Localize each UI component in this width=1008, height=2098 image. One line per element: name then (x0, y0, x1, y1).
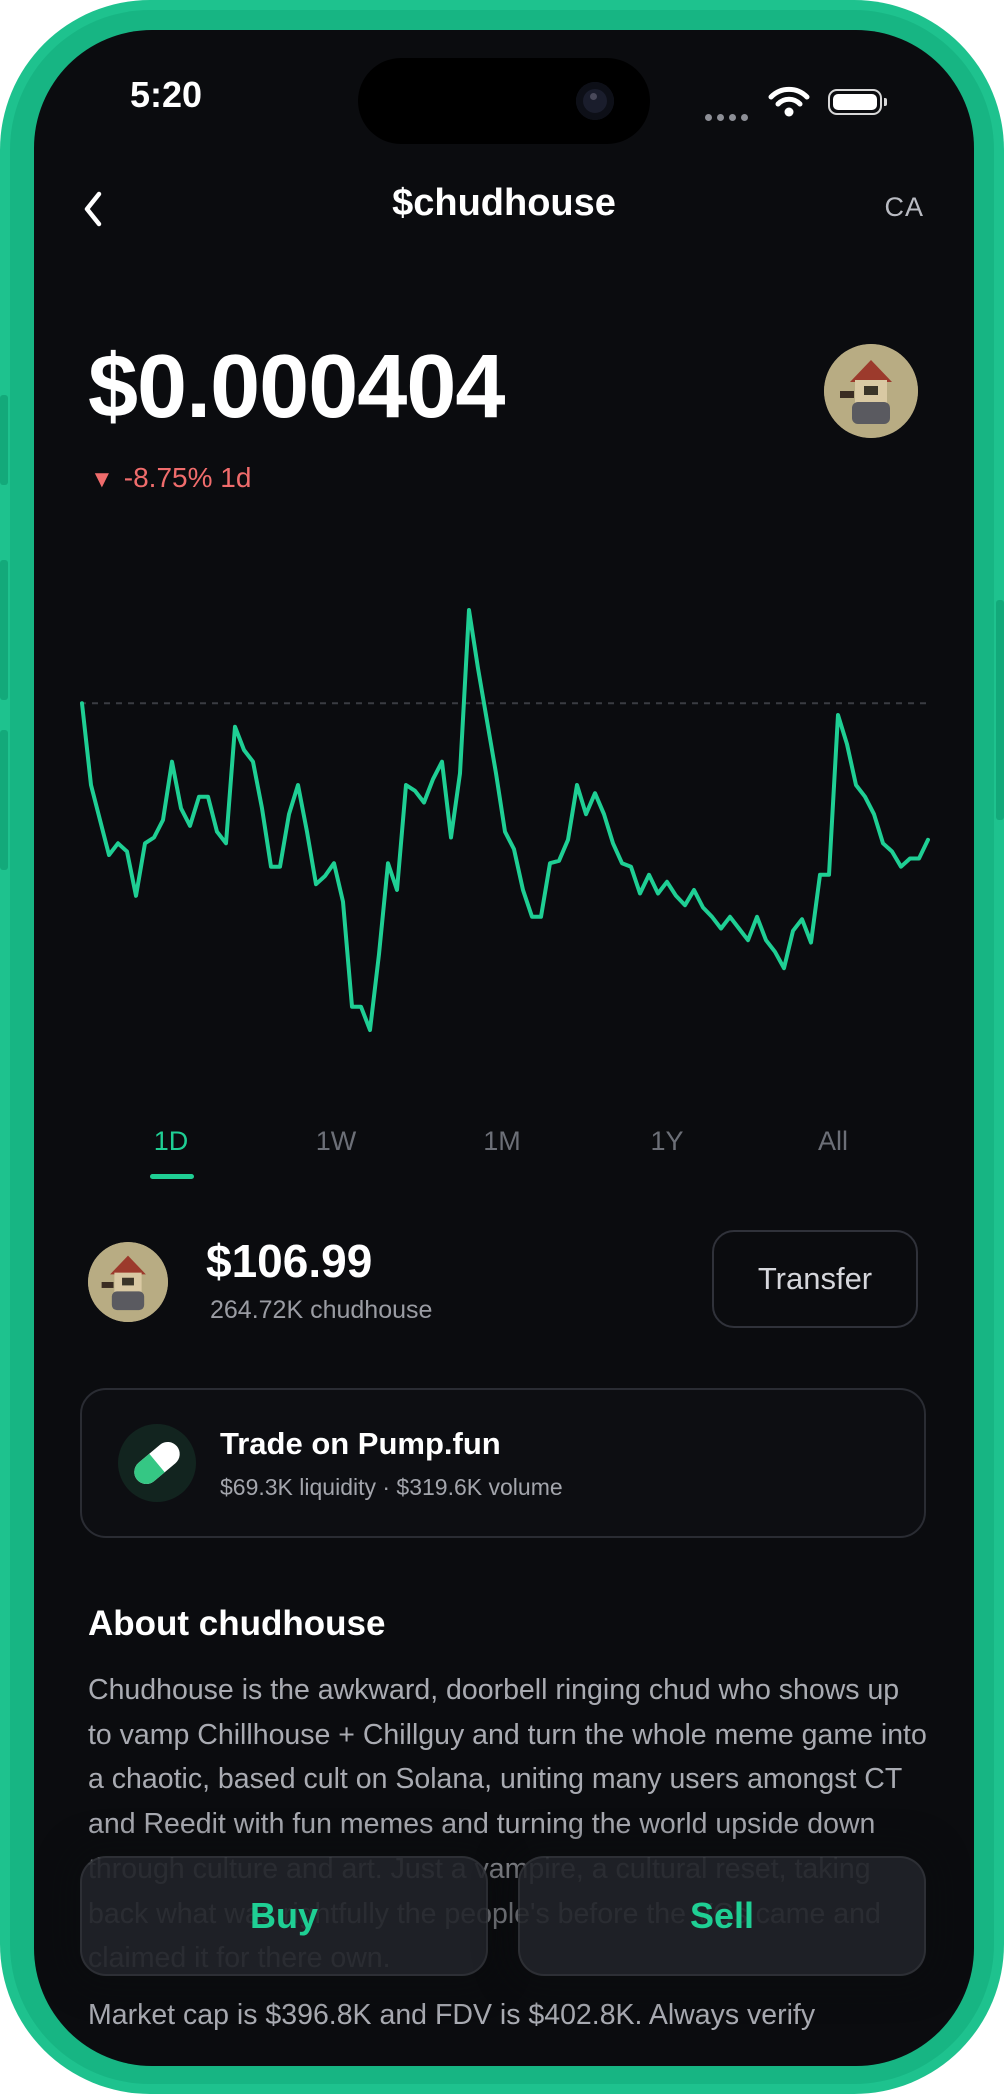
holding-amount: 264.72K chudhouse (210, 1296, 433, 1324)
power-side-button (996, 600, 1004, 820)
about-heading: About chudhouse (88, 1604, 386, 1643)
down-triangle-icon: ▼ (90, 466, 114, 493)
holding-value: $106.99 (206, 1235, 373, 1287)
buy-button[interactable]: Buy (80, 1856, 488, 1976)
action-bar: Buy Sell (80, 1856, 928, 1978)
active-range-indicator (150, 1174, 194, 1179)
range-tab-1m[interactable]: 1M (447, 1126, 557, 1157)
camera-icon (576, 82, 614, 120)
trade-stats: $69.3K liquidity · $319.6K volume (220, 1474, 563, 1500)
price-chart[interactable] (80, 600, 930, 1040)
volume-down-side-button (0, 730, 8, 870)
cellular-signal-icon (705, 108, 753, 126)
price-change: ▼ -8.75% 1d (90, 462, 251, 494)
page-title: $chudhouse (392, 182, 616, 224)
trade-card[interactable]: Trade on Pump.fun $69.3K liquidity · $31… (80, 1388, 926, 1538)
range-tab-all[interactable]: All (778, 1126, 888, 1157)
token-price: $0.000404 (88, 337, 505, 437)
battery-icon (828, 89, 887, 115)
range-tab-1w[interactable]: 1W (281, 1126, 391, 1157)
volume-up-side-button (0, 560, 8, 700)
price-change-label: -8.75% 1d (123, 462, 252, 493)
range-tab-1y[interactable]: 1Y (612, 1126, 722, 1157)
about-description: Chudhouse is the awkward, doorbell ringi… (88, 1668, 928, 2038)
token-avatar (824, 344, 918, 438)
pill-icon (118, 1424, 196, 1502)
range-tabs: 1D 1W 1M 1Y All (90, 1126, 910, 1186)
trade-title: Trade on Pump.fun (220, 1426, 501, 1461)
holding-avatar (88, 1242, 168, 1322)
status-time: 5:20 (130, 74, 203, 115)
range-tab-1d[interactable]: 1D (116, 1126, 226, 1157)
action-side-button (0, 395, 8, 485)
wifi-icon (768, 86, 810, 123)
transfer-button[interactable]: Transfer (712, 1230, 918, 1328)
price-line-series (80, 608, 930, 1032)
sell-button[interactable]: Sell (518, 1856, 926, 1976)
about-paragraph-2: Market cap is $396.8K and FDV is $402.8K… (88, 1998, 816, 2031)
contract-address-button[interactable]: CA (884, 192, 924, 223)
